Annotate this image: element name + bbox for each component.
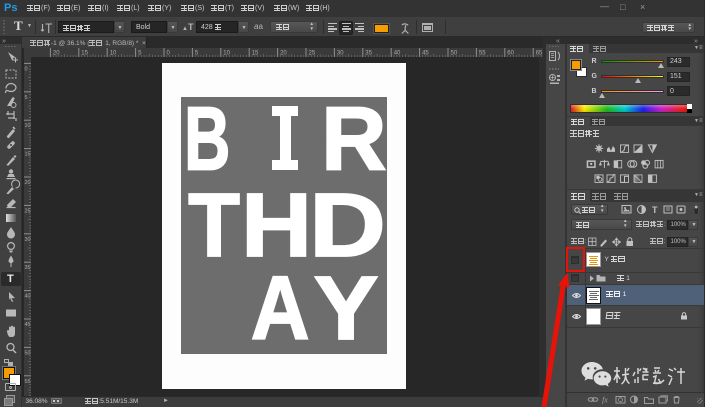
svg-text:T: T <box>652 205 658 215</box>
svg-text:A: A <box>251 258 310 359</box>
svg-text:fx: fx <box>602 396 608 405</box>
svg-text:Y: Y <box>314 257 379 358</box>
svg-text:T: T <box>188 174 240 275</box>
